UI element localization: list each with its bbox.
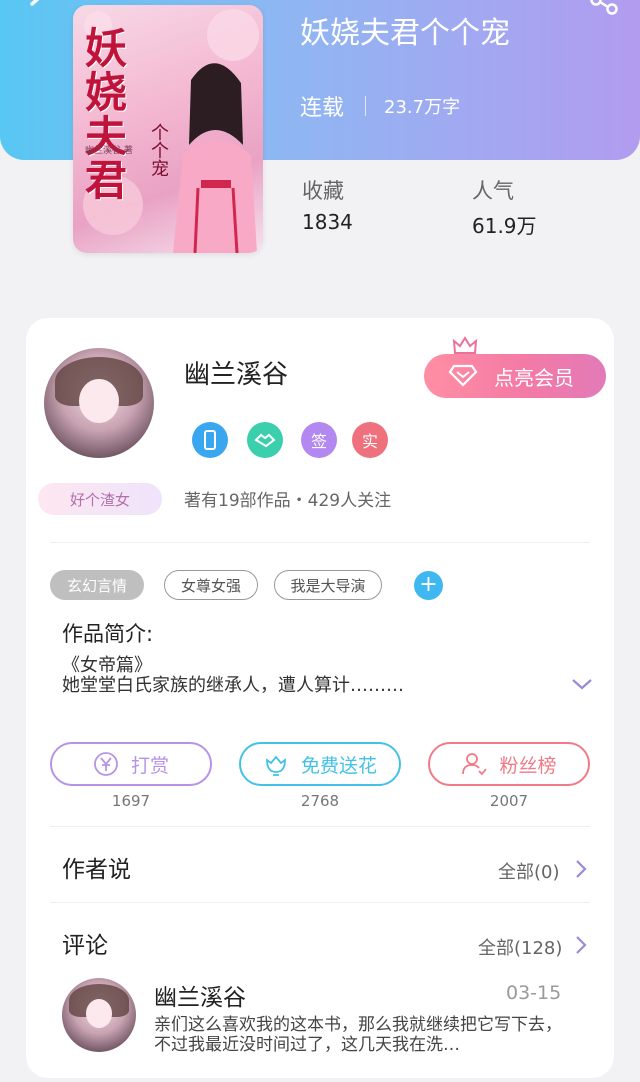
tip-button[interactable]: 打赏 bbox=[50, 742, 212, 786]
verified-badge-icon[interactable]: 实 bbox=[352, 422, 388, 458]
chevron-down-icon[interactable] bbox=[570, 676, 594, 692]
author-says-all-link[interactable]: 全部(0) bbox=[498, 858, 560, 884]
author-meta: 著有19部作品・429人关注 bbox=[184, 491, 392, 511]
add-tag-button[interactable]: + bbox=[414, 571, 443, 600]
book-detail-card: 幽兰溪谷 点亮会员 签 实 好个渣女 著有19部作品・429人关注 玄幻言情 女… bbox=[26, 318, 614, 1078]
comment-avatar[interactable] bbox=[62, 978, 136, 1052]
comments-title: 评论 bbox=[62, 933, 108, 959]
vip-button-label: 点亮会员 bbox=[494, 365, 574, 390]
cover-author: 幽兰溪谷 著 bbox=[85, 146, 133, 156]
comment-text[interactable]: 亲们这么喜欢我的这本书，那么我就继续把它写下去，不过我最近没时间过了，这几天我在… bbox=[154, 1015, 564, 1055]
comment-date: 03-15 bbox=[506, 982, 562, 1004]
status-divider bbox=[365, 96, 366, 116]
tag-director[interactable]: 我是大导演 bbox=[274, 570, 382, 600]
divider bbox=[50, 542, 590, 543]
fans-rank-count: 2007 bbox=[489, 792, 529, 810]
tip-count: 1697 bbox=[111, 792, 151, 810]
phone-badge-icon[interactable] bbox=[192, 422, 228, 458]
intro-label: 作品简介: bbox=[62, 622, 154, 646]
popularity-value: 61.9万 bbox=[472, 214, 537, 238]
yen-icon bbox=[94, 752, 118, 776]
sign-badge-icon[interactable]: 签 bbox=[301, 422, 337, 458]
diamond-icon bbox=[448, 364, 478, 387]
favorites-value: 1834 bbox=[302, 210, 353, 234]
intro-text: 《女帝篇》 她堂堂白氏家族的继承人，遭人算计……… bbox=[62, 656, 542, 696]
fans-rank-label: 粉丝榜 bbox=[499, 754, 557, 777]
send-flower-button[interactable]: 免费送花 bbox=[239, 742, 401, 786]
tag-strong-female[interactable]: 女尊女强 bbox=[164, 570, 258, 600]
send-flower-label: 免费送花 bbox=[300, 754, 377, 777]
intro-line-1: 《女帝篇》 bbox=[62, 655, 152, 676]
tip-label: 打赏 bbox=[130, 754, 169, 777]
author-avatar[interactable] bbox=[44, 348, 154, 458]
flower-icon bbox=[266, 755, 286, 776]
book-cover[interactable]: 妖娆夫君 个个宠 幽兰溪谷 著 bbox=[73, 5, 263, 253]
book-word-count: 23.7万字 bbox=[384, 97, 461, 118]
author-name[interactable]: 幽兰溪谷 bbox=[184, 354, 288, 391]
intro-line-2: 她堂堂白氏家族的继承人，遭人算计……… bbox=[62, 675, 404, 696]
handshake-badge-icon[interactable] bbox=[247, 422, 283, 458]
book-status: 连载 bbox=[300, 96, 345, 121]
book-title: 妖娆夫君个个宠 bbox=[300, 16, 510, 51]
author-says-title: 作者说 bbox=[62, 857, 131, 883]
cover-subtitle: 个个宠 bbox=[148, 123, 169, 177]
send-flower-count: 2768 bbox=[300, 792, 340, 810]
divider bbox=[50, 902, 590, 903]
tag-genre[interactable]: 玄幻言情 bbox=[50, 570, 144, 600]
share-icon[interactable] bbox=[582, 0, 622, 22]
popularity-label: 人气 bbox=[472, 179, 514, 203]
favorites-label: 收藏 bbox=[302, 179, 344, 203]
chevron-right-icon[interactable] bbox=[574, 934, 588, 956]
comments-all-link[interactable]: 全部(128) bbox=[478, 934, 562, 960]
author-title-badge: 好个渣女 bbox=[38, 483, 162, 515]
crown-icon bbox=[452, 336, 478, 354]
back-arrow-icon[interactable] bbox=[18, 0, 58, 20]
fans-icon bbox=[462, 753, 488, 776]
divider bbox=[50, 826, 590, 827]
comment-author-name[interactable]: 幽兰溪谷 bbox=[154, 978, 246, 1012]
fans-rank-button[interactable]: 粉丝榜 bbox=[428, 742, 590, 786]
chevron-right-icon[interactable] bbox=[574, 858, 588, 880]
